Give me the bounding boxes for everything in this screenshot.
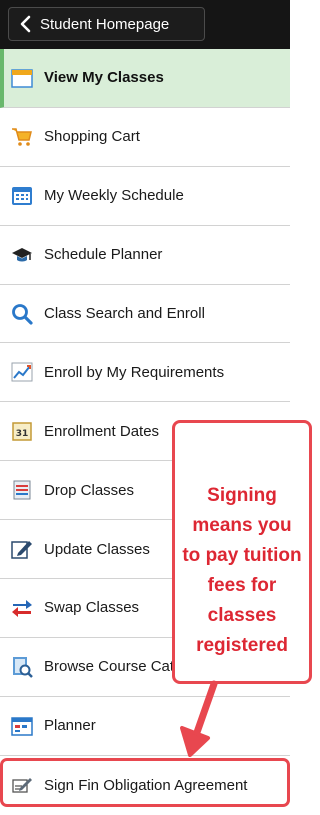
menu-item-label: Shopping Cart (44, 128, 140, 146)
menu-item-label: My Weekly Schedule (44, 187, 184, 205)
menu-item-label: Enroll by My Requirements (44, 363, 225, 381)
calendar-icon (11, 67, 33, 89)
callout-line: fees for (207, 575, 277, 596)
edit-icon (11, 538, 33, 560)
menu-item-enroll-by-my-requirements[interactable]: Enroll by My Requirements (0, 343, 290, 403)
menu-item-label: View My Classes (44, 69, 164, 87)
menu-item-label: Schedule Planner (44, 246, 163, 264)
graduation-cap-icon (11, 244, 33, 266)
menu-item-shopping-cart[interactable]: Shopping Cart (0, 107, 290, 167)
menu-item-label: Planner (44, 717, 96, 735)
annotation-callout: Signing means you to pay tuition fees fo… (172, 420, 312, 684)
chart-line-icon (11, 361, 33, 383)
svg-text:31: 31 (16, 429, 29, 439)
menu-item-label: Swap Classes (44, 599, 140, 617)
planner-icon (11, 715, 33, 737)
schedule-icon (11, 185, 33, 207)
callout-line: Signing (207, 485, 277, 506)
back-to-student-homepage-button[interactable]: Student Homepage (8, 7, 205, 41)
callout-line: classes (207, 605, 277, 626)
swap-icon (11, 597, 33, 619)
callout-line: means you (192, 515, 292, 536)
menu-item-planner[interactable]: Planner (0, 696, 290, 756)
menu-item-view-my-classes[interactable]: View My Classes (0, 49, 290, 108)
menu-item-schedule-planner[interactable]: Schedule Planner (0, 225, 290, 285)
drop-icon (11, 479, 33, 501)
menu-item-label: Sign Fin Obligation Agreement (44, 776, 248, 794)
catalog-icon (11, 656, 33, 678)
sign-icon (11, 774, 33, 796)
top-bar: Student Homepage (0, 0, 290, 49)
menu-item-label: Drop Classes (44, 481, 135, 499)
menu-item-class-search-and-enroll[interactable]: Class Search and Enroll (0, 284, 290, 344)
cart-icon (11, 126, 33, 148)
callout-line: to pay tuition (182, 545, 302, 566)
date-31-icon: 31 (11, 420, 33, 442)
menu-item-label: Class Search and Enroll (44, 305, 205, 322)
search-icon (11, 303, 33, 325)
chevron-left-icon (20, 15, 31, 33)
menu-item-my-weekly-schedule[interactable]: My Weekly Schedule (0, 166, 290, 226)
menu-item-label: Update Classes (44, 540, 150, 558)
menu-item-label: Enrollment Dates (44, 422, 160, 440)
callout-line: registered (196, 635, 288, 656)
menu-item-sign-fin-obligation-agreement[interactable]: Sign Fin Obligation Agreement (0, 755, 290, 815)
back-button-label: Student Homepage (40, 15, 170, 33)
